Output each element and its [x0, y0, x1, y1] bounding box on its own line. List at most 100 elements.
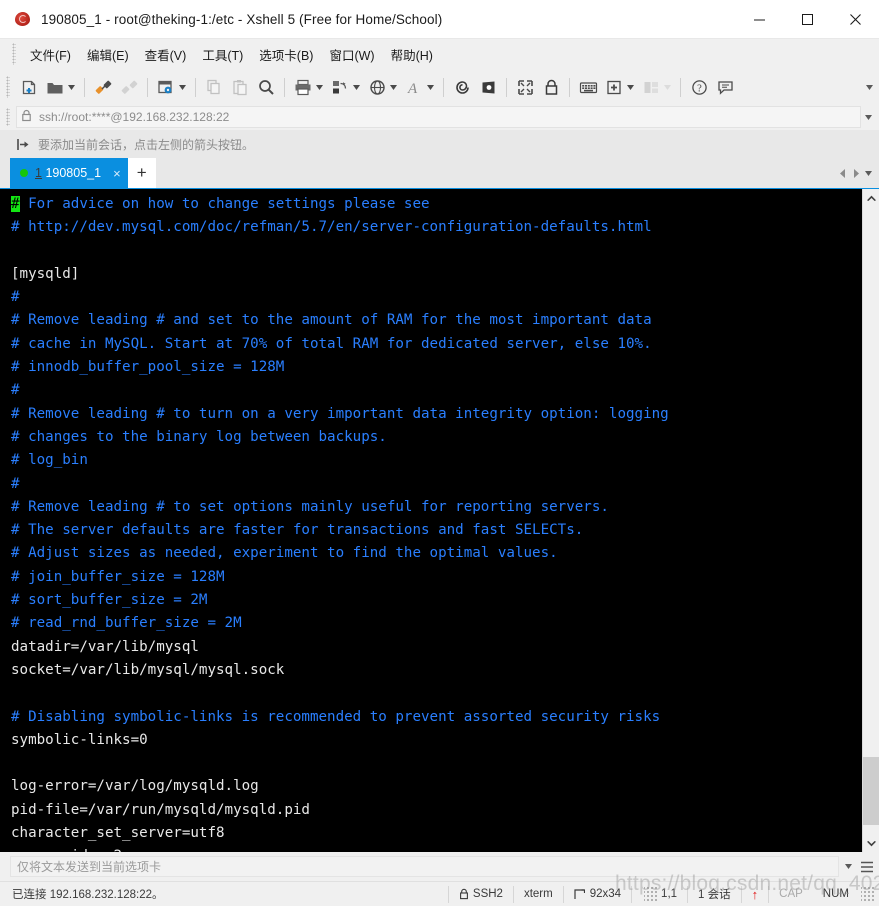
resize-grip[interactable]	[861, 887, 875, 901]
fullscreen-icon	[514, 76, 536, 98]
ssh-tunnel-icon	[451, 76, 473, 98]
disconnect-button[interactable]	[116, 74, 142, 100]
maximize-button[interactable]	[783, 0, 831, 39]
globe-caret-icon[interactable]	[388, 84, 399, 90]
new-tab-button[interactable]: +	[127, 158, 156, 188]
paste-button[interactable]	[227, 74, 253, 100]
menu-window[interactable]: 窗口(W)	[321, 41, 382, 68]
print-caret-icon[interactable]	[314, 84, 325, 90]
terminal-line: #	[11, 475, 20, 492]
send-options-menu-icon[interactable]	[857, 861, 877, 873]
copy-button[interactable]	[201, 74, 227, 100]
toolbar-overflow-button[interactable]	[863, 84, 875, 90]
window-title: 190805_1 - root@theking-1:/etc - Xshell …	[41, 11, 443, 27]
menu-grip[interactable]	[12, 43, 16, 65]
new-session-button[interactable]	[16, 74, 42, 100]
title-bar: 190805_1 - root@theking-1:/etc - Xshell …	[0, 0, 879, 39]
connect-button[interactable]	[90, 74, 116, 100]
caps-lock-status: CAP	[779, 888, 803, 900]
add-session-arrow-icon[interactable]	[14, 135, 32, 153]
terminal-line: # join_buffer_size = 128M	[11, 568, 225, 585]
add-session-hint-bar: 要添加当前会话，点击左侧的箭头按钮。	[0, 130, 879, 158]
scroll-up-icon[interactable]	[863, 189, 879, 206]
send-text-input[interactable]: 仅将文本发送到当前选项卡	[10, 856, 839, 877]
tab-close-icon[interactable]: ×	[113, 166, 121, 181]
num-lock-status: NUM	[822, 888, 849, 900]
open-folder-caret-icon[interactable]	[66, 84, 77, 90]
terminal-scrollbar[interactable]	[862, 189, 879, 852]
scrollbar-track[interactable]	[863, 206, 879, 835]
terminal-size-status[interactable]: 92x34	[564, 882, 631, 907]
menu-file[interactable]: 文件(F)	[22, 41, 79, 68]
tab-scroll-left-icon[interactable]	[836, 168, 849, 178]
terminal-line: # cache in MySQL. Start at 70% of total …	[11, 335, 652, 352]
lock-button[interactable]	[538, 74, 564, 100]
svg-text:?: ?	[697, 83, 702, 94]
globe-icon	[366, 76, 388, 98]
window-controls	[735, 0, 879, 39]
file-transfer-caret-icon[interactable]	[351, 84, 362, 90]
add-layout-caret-icon[interactable]	[625, 84, 636, 90]
toolbar-separator	[84, 77, 85, 97]
toolbar-separator	[680, 77, 681, 97]
disconnect-icon	[118, 76, 140, 98]
font-caret-icon[interactable]	[425, 84, 436, 90]
send-target-caret-icon[interactable]	[839, 864, 857, 869]
tab-label: 1 190805_1	[35, 166, 102, 180]
find-button[interactable]	[253, 74, 279, 100]
address-input[interactable]: ssh://root:****@192.168.232.128:22	[16, 106, 861, 128]
terminal-line: # Disabling symbolic-links is recommende…	[11, 708, 661, 725]
menu-tools[interactable]: 工具(T)	[194, 41, 251, 68]
help-button[interactable]: ?	[686, 74, 712, 100]
file-transfer-button[interactable]	[327, 74, 364, 100]
terminal-line: log-error=/var/log/mysqld.log	[11, 778, 259, 795]
arrange-button[interactable]	[638, 74, 675, 100]
address-dropdown-icon[interactable]	[861, 114, 875, 120]
session-properties-button[interactable]	[153, 74, 190, 100]
terminal-text: # For advice on how to change settings p…	[11, 193, 862, 852]
toolbar-grip[interactable]	[6, 76, 10, 98]
arrange-caret-icon[interactable]	[662, 84, 673, 90]
cursor-position-icon	[644, 887, 659, 901]
scroll-down-icon[interactable]	[863, 835, 879, 852]
globe-button[interactable]	[364, 74, 401, 100]
terminal-screen[interactable]: # For advice on how to change settings p…	[0, 189, 862, 852]
print-button[interactable]	[290, 74, 327, 100]
scrollbar-thumb[interactable]	[863, 757, 879, 825]
ssh-tunnel-button[interactable]	[449, 74, 475, 100]
address-value: ssh://root:****@192.168.232.128:22	[39, 110, 230, 124]
add-layout-button[interactable]	[601, 74, 638, 100]
menu-help[interactable]: 帮助(H)	[383, 41, 441, 68]
minimize-button[interactable]	[735, 0, 783, 39]
menu-view[interactable]: 查看(V)	[137, 41, 195, 68]
terminal-line: # innodb_buffer_pool_size = 128M	[11, 359, 285, 376]
traffic-indicator: ↑	[742, 882, 769, 907]
session-properties-caret-icon[interactable]	[177, 84, 188, 90]
terminal-type-status[interactable]: xterm	[514, 882, 563, 907]
tab-scroll-right-icon[interactable]	[849, 168, 862, 178]
session-count-status: 1 会话	[698, 889, 731, 901]
tab-190805_1[interactable]: 1 190805_1 ×	[10, 158, 128, 188]
connect-icon	[92, 76, 114, 98]
fullscreen-button[interactable]	[512, 74, 538, 100]
terminal-line: datadir=/var/lib/mysql	[11, 638, 199, 655]
terminal-line: # changes to the binary log between back…	[11, 428, 387, 445]
menu-edit[interactable]: 编辑(E)	[79, 41, 137, 68]
protocol-status[interactable]: SSH2	[449, 882, 513, 907]
keyboard-button[interactable]	[575, 74, 601, 100]
lock-icon	[459, 888, 469, 900]
cursor-position-label: 1,1	[661, 888, 678, 900]
close-button[interactable]	[831, 0, 879, 39]
compose-button[interactable]	[475, 74, 501, 100]
tab-status-dot-icon	[20, 169, 28, 177]
font-button[interactable]: A	[401, 74, 438, 100]
tab-list-caret-icon[interactable]	[862, 170, 875, 176]
feedback-button[interactable]	[712, 74, 738, 100]
menu-tabs[interactable]: 选项卡(B)	[251, 41, 321, 68]
compose-icon	[477, 76, 499, 98]
terminal-line: socket=/var/lib/mysql/mysql.sock	[11, 661, 285, 678]
lock-icon	[21, 109, 32, 125]
open-folder-button[interactable]	[42, 74, 79, 100]
address-bar: ssh://root:****@192.168.232.128:22	[0, 104, 879, 130]
address-grip[interactable]	[6, 108, 10, 126]
